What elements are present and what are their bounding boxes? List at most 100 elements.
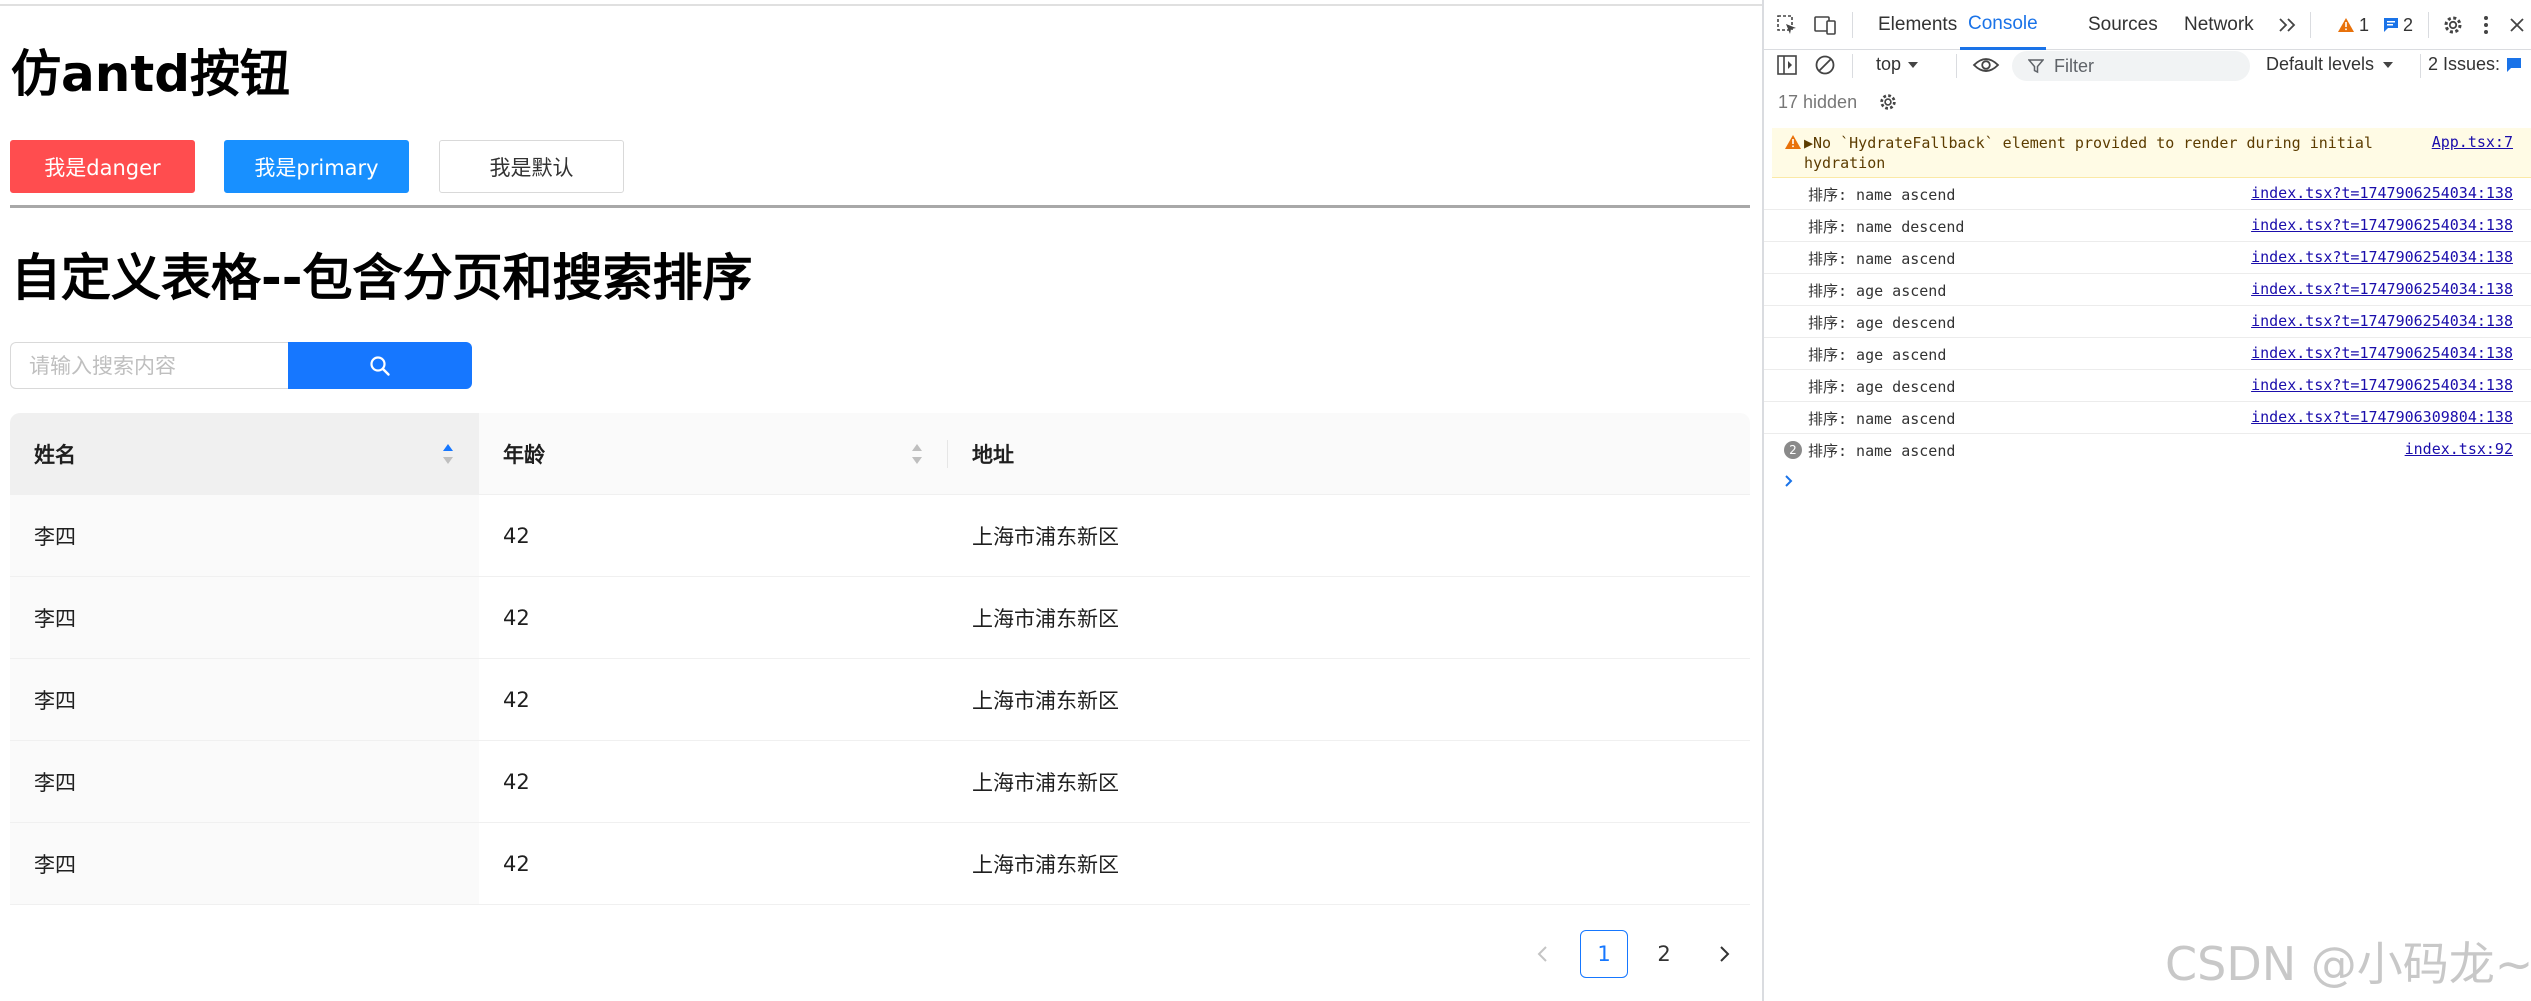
message-count: 2	[2402, 14, 2413, 35]
pagination-next-button[interactable]	[1700, 930, 1748, 978]
console-prompt-chevron-icon[interactable]	[1780, 472, 1798, 490]
table-header: 姓名 年龄 地址	[10, 413, 1750, 495]
log-entry: 排序: name ascend index.tsx?t=174790630980…	[1764, 402, 2531, 434]
search-input[interactable]	[10, 342, 288, 389]
gear-icon[interactable]	[2440, 12, 2466, 38]
devtools-panel: Elements Console Sources Network 1 2 top…	[1762, 0, 2531, 1001]
cell-name: 李四	[10, 823, 479, 904]
cell-age: 42	[503, 687, 530, 712]
inspect-element-icon[interactable]	[1774, 12, 1800, 38]
issues-label: 2 Issues:	[2428, 54, 2501, 74]
log-entry: 排序: age ascend index.tsx?t=1747906254034…	[1764, 274, 2531, 306]
log-entry-grouped: 2 排序: name ascend index.tsx:92	[1764, 434, 2531, 466]
chevron-right-icon	[1720, 946, 1730, 962]
warnings-counter[interactable]: 1	[2330, 12, 2376, 38]
column-header-label: 姓名	[34, 443, 76, 467]
column-header-address: 地址	[948, 413, 1750, 495]
cell-address: 上海市浦东新区	[972, 770, 1119, 795]
source-link[interactable]: index.tsx:92	[2405, 440, 2513, 458]
filter-placeholder: Filter	[2054, 55, 2094, 76]
source-link[interactable]: App.tsx:7	[2432, 133, 2513, 151]
log-message: 排序: name ascend	[1808, 250, 1956, 268]
tab-console[interactable]: Console	[1960, 0, 2046, 50]
tab-sources[interactable]: Sources	[2088, 0, 2158, 50]
cell-name: 李四	[10, 495, 479, 576]
toolbar-separator	[2310, 12, 2311, 38]
tab-network[interactable]: Network	[2184, 0, 2254, 50]
primary-button[interactable]: 我是primary	[224, 140, 409, 193]
cell-name: 李四	[10, 577, 479, 658]
danger-button[interactable]: 我是danger	[10, 140, 195, 193]
log-message: 排序: name ascend	[1808, 442, 1956, 460]
source-link[interactable]: index.tsx?t=1747906254034:138	[2251, 376, 2513, 394]
log-entry: 排序: name ascend index.tsx?t=174790625403…	[1764, 242, 2531, 274]
log-message: 排序: age ascend	[1808, 282, 1947, 300]
repeat-count-badge: 2	[1784, 441, 1802, 459]
sidebar-toggle-icon[interactable]	[1774, 52, 1800, 78]
close-icon[interactable]	[2506, 12, 2528, 38]
toolbar-separator	[1852, 12, 1853, 38]
table-section-title: 自定义表格--包含分页和搜索排序	[11, 249, 753, 307]
table-row: 李四 42 上海市浦东新区	[10, 495, 1750, 577]
section-divider	[10, 205, 1750, 208]
issues-button[interactable]: 2 Issues:	[2428, 54, 2522, 75]
log-message: 排序: name ascend	[1808, 410, 1956, 428]
column-header-age[interactable]: 年龄	[479, 413, 948, 495]
table-row: 李四 42 上海市浦东新区	[10, 659, 1750, 741]
csdn-watermark: CSDN @小码龙~	[2165, 937, 2531, 991]
console-filter-input[interactable]: Filter	[2012, 51, 2250, 81]
eye-icon[interactable]	[1970, 52, 2002, 78]
table-row: 李四 42 上海市浦东新区	[10, 741, 1750, 823]
source-link[interactable]: index.tsx?t=1747906309804:138	[2251, 408, 2513, 426]
log-levels-dropdown[interactable]: Default levels	[2266, 54, 2394, 75]
tab-elements[interactable]: Elements	[1878, 0, 1957, 50]
source-link[interactable]: index.tsx?t=1747906254034:138	[2251, 248, 2513, 266]
source-link[interactable]: index.tsx?t=1747906254034:138	[2251, 216, 2513, 234]
source-link[interactable]: index.tsx?t=1747906254034:138	[2251, 280, 2513, 298]
log-message: 排序: name ascend	[1808, 186, 1956, 204]
warning-count: 1	[2358, 14, 2369, 35]
log-entry: 排序: name descend index.tsx?t=17479062540…	[1764, 210, 2531, 242]
pagination-prev-button[interactable]	[1519, 930, 1567, 978]
log-message: 排序: age ascend	[1808, 346, 1947, 364]
cell-name: 李四	[10, 741, 479, 822]
column-header-name[interactable]: 姓名	[10, 413, 479, 495]
default-button[interactable]: 我是默认	[439, 140, 624, 193]
toolbar-separator	[2420, 54, 2421, 78]
console-warning: ▶No `HydrateFallback` element provided t…	[1772, 128, 2531, 178]
message-icon	[2507, 57, 2522, 72]
clear-console-icon[interactable]	[1812, 52, 1838, 78]
pagination-page-2[interactable]: 2	[1640, 930, 1688, 978]
context-value: top	[1876, 54, 1902, 74]
more-tabs-icon[interactable]	[2276, 13, 2300, 37]
data-table: 姓名 年龄 地址 李四 42 上海市浦东新区 李四 42 上海市浦东新区 李四 …	[10, 413, 1750, 905]
log-entry: 排序: name ascend index.tsx?t=174790625403…	[1764, 178, 2531, 210]
table-row: 李四 42 上海市浦东新区	[10, 577, 1750, 659]
sort-caret-icon[interactable]	[910, 441, 924, 467]
app-page: 仿antd按钮 我是danger 我是primary 我是默认 自定义表格--包…	[0, 0, 1762, 1001]
messages-counter[interactable]: 2	[2378, 12, 2418, 38]
log-message: 排序: age descend	[1808, 378, 1956, 396]
toolbar-separator	[1956, 54, 1957, 78]
console-settings-gear-icon[interactable]	[1876, 90, 1900, 114]
cell-age: 42	[503, 523, 530, 548]
caret-down-icon	[2383, 61, 2394, 68]
hidden-count: 17 hidden	[1778, 92, 1858, 112]
context-selector[interactable]: top	[1876, 54, 1919, 75]
log-levels-label: Default levels	[2266, 54, 2375, 74]
warning-message[interactable]: ▶No `HydrateFallback` element provided t…	[1804, 133, 2414, 173]
warning-icon	[2337, 18, 2354, 32]
table-row: 李四 42 上海市浦东新区	[10, 823, 1750, 905]
top-border	[0, 4, 1762, 6]
pagination-page-1[interactable]: 1	[1580, 930, 1628, 978]
search-button[interactable]	[288, 342, 472, 389]
source-link[interactable]: index.tsx?t=1747906254034:138	[2251, 184, 2513, 202]
device-toolbar-icon[interactable]	[1812, 12, 1838, 38]
cell-address: 上海市浦东新区	[972, 524, 1119, 549]
source-link[interactable]: index.tsx?t=1747906254034:138	[2251, 344, 2513, 362]
sort-caret-icon[interactable]	[441, 441, 455, 467]
warning-icon	[1785, 135, 1801, 149]
source-link[interactable]: index.tsx?t=1747906254034:138	[2251, 312, 2513, 330]
more-options-icon[interactable]	[2476, 12, 2496, 38]
cell-name: 李四	[10, 659, 479, 740]
